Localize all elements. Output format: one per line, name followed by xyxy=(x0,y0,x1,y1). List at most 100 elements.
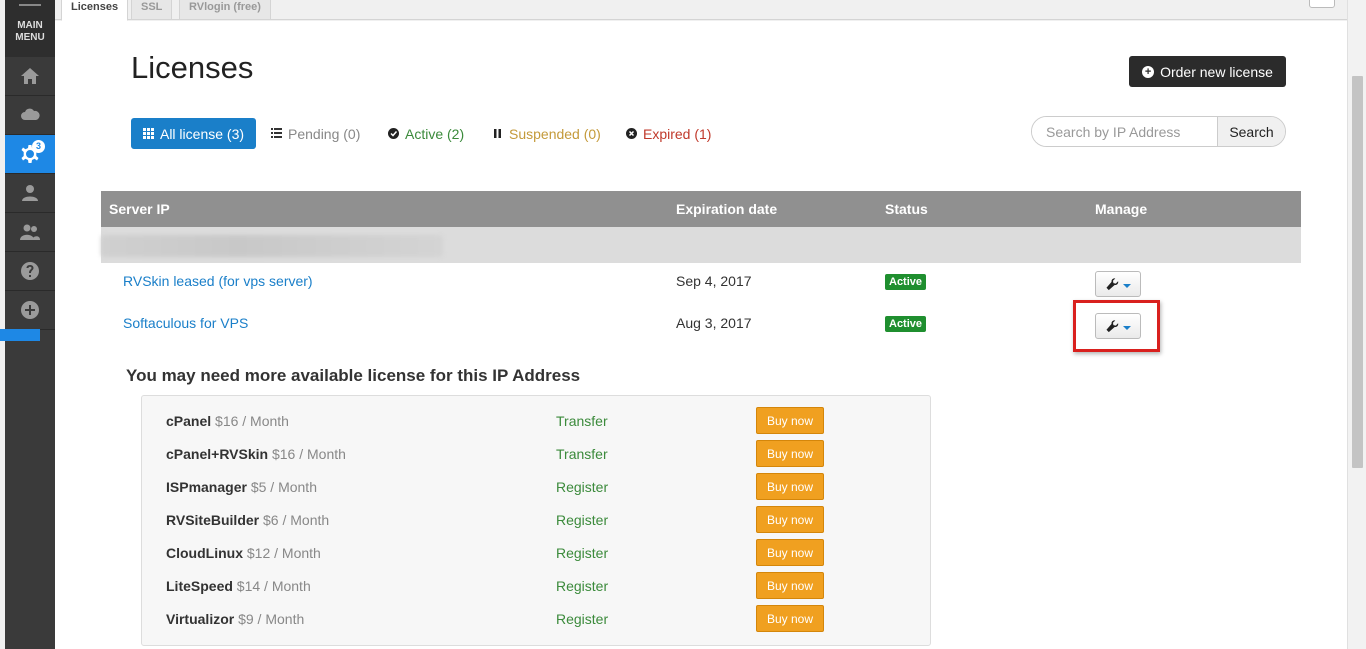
product-action: Register xyxy=(556,545,609,561)
column-status: Status xyxy=(885,201,928,217)
list-item: cPanel+RVSkin $16 / Month Transfer Buy n… xyxy=(142,437,932,470)
buy-now-button[interactable]: Buy now xyxy=(756,506,824,533)
buy-now-button[interactable]: Buy now xyxy=(756,440,824,467)
status-badge: Active xyxy=(885,274,927,290)
filter-pending[interactable]: Pending (0) xyxy=(271,118,360,149)
topbar-add-button[interactable] xyxy=(1309,0,1335,8)
license-name-link[interactable]: RVSkin leased (for vps server) xyxy=(123,273,313,289)
help-icon xyxy=(21,262,39,280)
sidebar-item-licenses[interactable]: 3 xyxy=(5,135,55,174)
status-badge: Active xyxy=(885,316,927,332)
home-icon xyxy=(21,68,39,84)
main-panel: Licenses + Order new license All license… xyxy=(55,21,1347,649)
top-tab-bar: Licenses SSL RVlogin (free) xyxy=(55,0,1347,21)
filter-active-label: Active (2) xyxy=(405,125,465,142)
more-licenses-heading: You may need more available license for … xyxy=(126,366,581,385)
server-ip-group-row xyxy=(101,227,1301,263)
list-item: cPanel $16 / Month Transfer Buy now xyxy=(142,404,932,437)
chevron-down-icon xyxy=(1122,284,1131,288)
users-icon xyxy=(20,224,40,240)
column-server-ip: Server IP xyxy=(109,201,170,217)
product-name: Virtualizor xyxy=(166,611,235,627)
sidebar-item-add[interactable] xyxy=(5,291,55,330)
check-circle-icon xyxy=(388,128,399,139)
sidebar-item-account[interactable] xyxy=(5,174,55,213)
pause-icon xyxy=(494,129,501,138)
sidebar-flyout-edge xyxy=(0,329,40,341)
manage-dropdown-button[interactable] xyxy=(1095,271,1141,297)
buy-now-button[interactable]: Buy now xyxy=(756,473,824,500)
list-item: ISPmanager $5 / Month Register Buy now xyxy=(142,470,932,503)
tab-licenses[interactable]: Licenses xyxy=(61,0,129,21)
list-item: Virtualizor $9 / Month Register Buy now xyxy=(142,602,932,635)
expiration-date: Aug 3, 2017 xyxy=(676,315,752,331)
filter-all-label: All license (3) xyxy=(159,125,245,142)
order-new-license-button[interactable]: + Order new license xyxy=(1129,56,1286,87)
column-expiration-date: Expiration date xyxy=(676,201,778,217)
filter-expired-label: Expired (1) xyxy=(643,125,712,142)
blurred-server-ip xyxy=(101,235,443,257)
license-name-link[interactable]: Softaculous for VPS xyxy=(123,315,248,331)
filter-pending-label: Pending (0) xyxy=(288,125,361,142)
filter-suspended[interactable]: Suspended (0) xyxy=(492,118,601,149)
product-price: $12 / Month xyxy=(246,545,321,561)
product-price: $9 / Month xyxy=(238,611,305,627)
expiration-date: Sep 4, 2017 xyxy=(676,273,752,289)
buy-now-button[interactable]: Buy now xyxy=(756,605,824,632)
hamburger-icon xyxy=(19,4,41,6)
order-button-label: Order new license xyxy=(1160,63,1273,80)
product-price: $5 / Month xyxy=(250,479,317,495)
menu-label-line2: MENU xyxy=(15,32,45,43)
sidebar-item-cloud[interactable] xyxy=(5,96,55,135)
product-action: Register xyxy=(556,611,609,627)
notification-badge: 3 xyxy=(32,140,45,153)
sidebar-item-help[interactable] xyxy=(5,252,55,291)
product-name: LiteSpeed xyxy=(166,578,233,594)
filter-suspended-label: Suspended (0) xyxy=(509,125,601,142)
main-menu-toggle[interactable]: MAIN MENU xyxy=(5,0,55,57)
buy-now-button[interactable]: Buy now xyxy=(756,539,824,566)
highlight-annotation-box xyxy=(1073,300,1160,352)
grid-icon xyxy=(142,128,154,139)
user-icon xyxy=(22,185,38,201)
ip-search-group: Search xyxy=(1031,116,1286,147)
remove-circle-icon xyxy=(626,128,637,139)
sidebar-item-users[interactable] xyxy=(5,213,55,252)
product-name: cPanel xyxy=(166,413,212,429)
ip-search-input[interactable] xyxy=(1032,117,1217,146)
buy-now-button[interactable]: Buy now xyxy=(756,407,824,434)
cloud-icon xyxy=(21,108,40,120)
scrollbar-thumb[interactable] xyxy=(1352,76,1363,468)
offers-panel: cPanel $16 / Month Transfer Buy now cPan… xyxy=(141,395,931,646)
product-name: RVSiteBuilder xyxy=(166,512,260,528)
tab-ssl[interactable]: SSL xyxy=(131,0,173,20)
buy-now-button[interactable]: Buy now xyxy=(756,572,824,599)
filter-expired[interactable]: Expired (1) xyxy=(626,118,711,149)
add-circle-icon xyxy=(21,301,39,319)
filter-active[interactable]: Active (2) xyxy=(388,118,464,149)
plus-circle-icon: + xyxy=(1142,65,1155,78)
product-action: Register xyxy=(556,479,609,495)
filter-all[interactable]: All license (3) xyxy=(131,118,256,149)
vertical-scrollbar[interactable] xyxy=(1347,0,1366,649)
product-price: $14 / Month xyxy=(236,578,311,594)
column-manage: Manage xyxy=(1095,201,1148,217)
tab-rvlogin[interactable]: RVlogin (free) xyxy=(179,0,271,20)
product-name: CloudLinux xyxy=(166,545,243,561)
product-name: cPanel+RVSkin xyxy=(166,446,269,462)
sidebar-item-home[interactable] xyxy=(5,57,55,96)
product-price: $16 / Month xyxy=(271,446,346,462)
product-price: $6 / Month xyxy=(263,512,330,528)
product-action: Register xyxy=(556,512,609,528)
list-item: LiteSpeed $14 / Month Register Buy now xyxy=(142,569,932,602)
menu-label-line1: MAIN xyxy=(17,20,43,31)
product-price: $16 / Month xyxy=(215,413,289,429)
wrench-icon xyxy=(1105,277,1118,290)
license-table-header: Server IP Expiration date Status Manage xyxy=(101,191,1301,227)
page-title: Licenses xyxy=(131,50,254,85)
search-button[interactable]: Search xyxy=(1217,117,1285,146)
list-icon xyxy=(271,128,282,138)
list-item: CloudLinux $12 / Month Register Buy now xyxy=(142,536,932,569)
list-item: RVSiteBuilder $6 / Month Register Buy no… xyxy=(142,503,932,536)
product-name: ISPmanager xyxy=(166,479,247,495)
